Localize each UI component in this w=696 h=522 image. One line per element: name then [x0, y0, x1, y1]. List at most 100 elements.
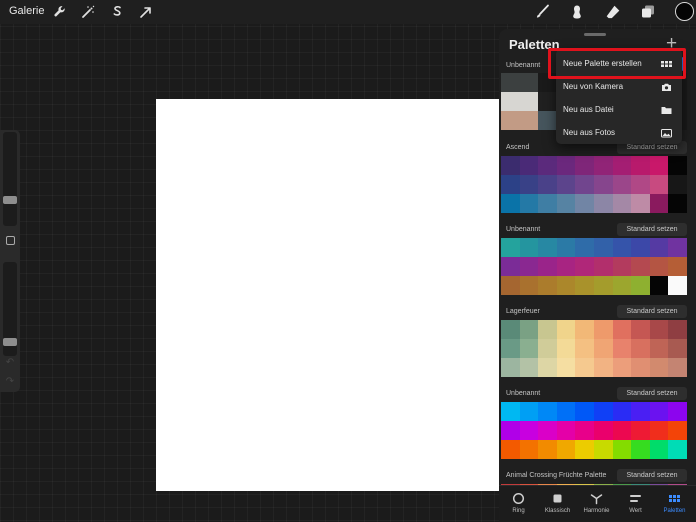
- color-swatch[interactable]: [575, 156, 594, 175]
- color-swatch[interactable]: [575, 175, 594, 194]
- color-swatch[interactable]: [649, 257, 669, 276]
- color-swatch[interactable]: [538, 92, 557, 111]
- color-swatch[interactable]: [538, 421, 557, 440]
- color-swatch[interactable]: [538, 238, 557, 257]
- color-swatch[interactable]: [501, 238, 520, 257]
- color-swatch[interactable]: [501, 440, 520, 459]
- color-swatch[interactable]: [575, 238, 594, 257]
- color-swatch[interactable]: [575, 402, 594, 421]
- color-swatch[interactable]: [556, 194, 576, 213]
- color-swatch[interactable]: [594, 320, 613, 339]
- color-swatch[interactable]: [631, 238, 650, 257]
- color-swatch[interactable]: [594, 194, 613, 213]
- palette-grid[interactable]: [501, 320, 687, 377]
- color-swatch[interactable]: [594, 276, 613, 295]
- color-swatch[interactable]: [612, 194, 632, 213]
- color-swatch[interactable]: [649, 358, 669, 377]
- color-swatch[interactable]: [538, 402, 557, 421]
- color-swatch[interactable]: [519, 156, 539, 175]
- color-swatch[interactable]: [649, 440, 669, 459]
- color-swatch[interactable]: [631, 156, 650, 175]
- color-swatch[interactable]: [501, 402, 520, 421]
- color-swatch[interactable]: [594, 402, 613, 421]
- modify-button[interactable]: [6, 236, 15, 245]
- color-swatch[interactable]: [594, 358, 613, 377]
- color-swatch[interactable]: [538, 320, 557, 339]
- color-swatch[interactable]: [649, 194, 669, 213]
- color-swatch[interactable]: [556, 175, 576, 194]
- color-swatch[interactable]: [668, 421, 687, 440]
- color-swatch[interactable]: [668, 175, 687, 194]
- color-swatch[interactable]: [631, 194, 650, 213]
- color-swatch[interactable]: [519, 421, 539, 440]
- palette-grid[interactable]: [501, 156, 687, 213]
- color-swatch[interactable]: [594, 440, 613, 459]
- arrow-cursor-icon[interactable]: [137, 3, 155, 21]
- color-swatch[interactable]: [519, 238, 539, 257]
- tab-klassisch[interactable]: Klassisch: [538, 486, 577, 522]
- color-swatch[interactable]: [612, 358, 632, 377]
- color-swatch[interactable]: [631, 320, 650, 339]
- color-swatch[interactable]: [594, 339, 613, 358]
- color-swatch[interactable]: [649, 339, 669, 358]
- color-swatch[interactable]: [501, 156, 520, 175]
- color-swatch[interactable]: [501, 276, 520, 295]
- color-swatch[interactable]: [575, 339, 594, 358]
- color-swatch[interactable]: [519, 440, 539, 459]
- color-swatch[interactable]: [668, 156, 687, 175]
- color-swatch[interactable]: [519, 73, 539, 92]
- menu-item-from-file[interactable]: Neu aus Datei: [556, 99, 682, 121]
- color-swatch[interactable]: [668, 320, 687, 339]
- color-swatch[interactable]: [575, 421, 594, 440]
- color-swatch[interactable]: [668, 440, 687, 459]
- color-swatch[interactable]: [612, 320, 632, 339]
- color-swatch[interactable]: [612, 402, 632, 421]
- color-swatch[interactable]: [612, 238, 632, 257]
- color-swatch[interactable]: [575, 358, 594, 377]
- brush-size-thumb[interactable]: [3, 195, 17, 204]
- color-swatch[interactable]: [519, 402, 539, 421]
- color-swatch[interactable]: [649, 402, 669, 421]
- opacity-thumb[interactable]: [3, 337, 17, 346]
- color-swatch[interactable]: [519, 358, 539, 377]
- color-swatch[interactable]: [519, 111, 539, 130]
- color-swatch[interactable]: [594, 156, 613, 175]
- smudge-icon[interactable]: [568, 3, 586, 21]
- color-swatch[interactable]: [631, 257, 650, 276]
- color-swatch[interactable]: [519, 175, 539, 194]
- palette-grid[interactable]: [501, 238, 687, 295]
- color-swatch[interactable]: [538, 440, 557, 459]
- color-swatch[interactable]: [575, 194, 594, 213]
- color-swatch[interactable]: [519, 320, 539, 339]
- color-swatch[interactable]: [519, 339, 539, 358]
- color-swatch[interactable]: [556, 402, 576, 421]
- color-swatch[interactable]: [649, 276, 669, 295]
- color-swatch[interactable]: [556, 156, 576, 175]
- color-swatch[interactable]: [538, 358, 557, 377]
- color-swatch[interactable]: [575, 257, 594, 276]
- color-swatch[interactable]: [501, 175, 520, 194]
- opacity-slider[interactable]: [3, 262, 17, 356]
- color-swatch[interactable]: [501, 320, 520, 339]
- color-swatch[interactable]: [556, 320, 576, 339]
- brush-icon[interactable]: [533, 3, 551, 21]
- menu-item-from-camera[interactable]: Neu von Kamera: [556, 76, 682, 98]
- color-swatch[interactable]: [556, 358, 576, 377]
- magic-wand-icon[interactable]: [79, 3, 97, 21]
- eraser-icon[interactable]: [604, 3, 622, 21]
- set-default-button[interactable]: Standard setzen: [617, 387, 687, 400]
- selection-s-icon[interactable]: [108, 3, 126, 21]
- set-default-button[interactable]: Standard setzen: [617, 223, 687, 236]
- color-swatch[interactable]: [575, 320, 594, 339]
- color-swatch[interactable]: [538, 194, 557, 213]
- color-swatch[interactable]: [668, 358, 687, 377]
- color-swatch[interactable]: [612, 156, 632, 175]
- color-swatch[interactable]: [668, 339, 687, 358]
- color-swatch[interactable]: [538, 175, 557, 194]
- color-swatch[interactable]: [556, 238, 576, 257]
- color-swatch[interactable]: [668, 276, 687, 295]
- color-swatch[interactable]: [501, 358, 520, 377]
- color-swatch[interactable]: [501, 257, 520, 276]
- color-swatch[interactable]: [612, 257, 632, 276]
- color-swatch[interactable]: [612, 276, 632, 295]
